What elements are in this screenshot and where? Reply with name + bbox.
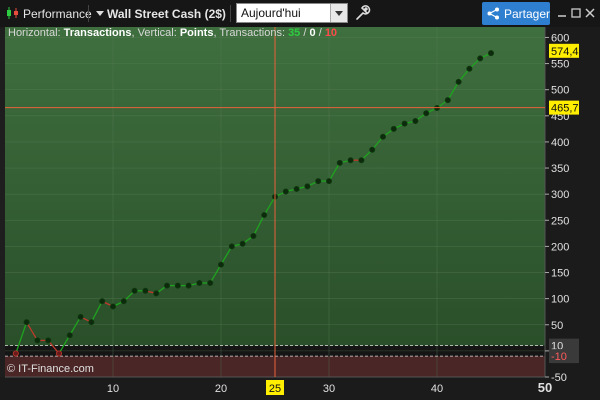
share-button[interactable]: Partager: [482, 2, 550, 25]
x-tick-label: 20: [215, 383, 227, 395]
y-tick-label: 300: [551, 189, 569, 201]
slash: /: [318, 27, 322, 39]
data-point: [56, 350, 63, 357]
data-point: [163, 282, 170, 289]
data-point: [325, 178, 332, 185]
data-point: [99, 298, 106, 305]
y-tick-label: 500: [551, 85, 569, 97]
transactions-label: Transactions:: [219, 27, 285, 39]
period-select-value: Aujourd'hui: [241, 6, 301, 20]
data-point: [207, 279, 214, 286]
data-point: [142, 287, 149, 294]
data-point: [293, 185, 300, 192]
y-tick-label: 550: [551, 59, 569, 71]
data-point: [185, 282, 192, 289]
lower-threshold-badge: -10: [551, 351, 567, 363]
data-point: [304, 183, 311, 190]
share-icon: [487, 7, 499, 20]
data-point: [282, 188, 289, 195]
data-point: [347, 157, 354, 164]
data-point: [250, 232, 257, 239]
data-point: [110, 303, 117, 310]
y-tick-label: 350: [551, 163, 569, 175]
data-point: [77, 313, 84, 320]
y-tick-label: 600: [551, 32, 569, 44]
data-point: [66, 332, 73, 339]
crosshair-y-badge: 465,7: [551, 103, 579, 115]
chevron-down-icon[interactable]: [330, 4, 347, 22]
data-point: [174, 282, 181, 289]
data-point: [45, 337, 52, 344]
data-point: [487, 50, 494, 57]
wrench-icon[interactable]: [352, 3, 372, 23]
slash: /: [303, 27, 307, 39]
data-point: [423, 110, 430, 117]
data-point: [336, 159, 343, 166]
data-point: [455, 78, 462, 85]
data-point: [239, 240, 246, 247]
instrument-dropdown-icon[interactable]: [96, 11, 104, 16]
toolbar: Performance Wall Street Cash (2$) Aujour…: [0, 0, 600, 28]
data-point: [23, 319, 30, 326]
x-tick-label: 50: [538, 380, 552, 395]
data-point: [466, 65, 473, 72]
data-point: [228, 243, 235, 250]
data-point: [12, 350, 19, 357]
y-tick-label: 100: [551, 294, 569, 306]
copyright-text: © IT-Finance.com: [7, 363, 94, 375]
data-point: [401, 120, 408, 127]
toolbar-separator: [88, 5, 89, 22]
chart-info-line: Horizontal: Transactions, Vertical: Poin…: [8, 27, 338, 39]
data-point: [358, 157, 365, 164]
share-button-label: Partager: [504, 7, 551, 21]
data-point: [34, 337, 41, 344]
y-tick-label: 50: [551, 320, 563, 332]
crosshair-x-badge: 25: [269, 383, 281, 395]
performance-chart[interactable]: 600550500450400350300250200150100500-501…: [0, 27, 600, 400]
data-point: [196, 279, 203, 286]
data-point: [390, 125, 397, 132]
vertical-label: Vertical:: [137, 27, 177, 39]
data-point: [369, 146, 376, 153]
data-point: [477, 55, 484, 62]
x-tick-label: 10: [107, 383, 119, 395]
losers-count: 10: [324, 27, 338, 39]
last-value-badge: 574,4: [551, 46, 579, 58]
x-tick-label: 30: [323, 383, 335, 395]
toolbar-separator: [230, 5, 231, 22]
close-icon[interactable]: [582, 5, 598, 21]
horizontal-label: Horizontal:: [8, 27, 61, 39]
data-point: [217, 261, 224, 268]
performance-label[interactable]: Performance: [23, 0, 92, 27]
y-tick-label: 150: [551, 268, 569, 280]
y-tick-label: -50: [551, 372, 567, 384]
data-point: [315, 178, 322, 185]
period-select[interactable]: Aujourd'hui: [236, 3, 348, 23]
data-point: [153, 290, 160, 297]
candlestick-icon: [7, 7, 18, 19]
vertical-value: Points: [179, 27, 214, 39]
neutral-count: 0: [309, 27, 316, 39]
data-point: [444, 97, 451, 104]
data-point: [131, 287, 138, 294]
data-point: [261, 212, 268, 219]
y-tick-label: 250: [551, 215, 569, 227]
x-tick-label: 40: [431, 383, 443, 395]
data-point: [412, 118, 419, 125]
horizontal-value: Transactions: [63, 27, 132, 39]
instrument-selector[interactable]: Wall Street Cash (2$): [107, 0, 226, 27]
data-point: [379, 133, 386, 140]
data-point: [120, 298, 127, 305]
winners-count: 35: [288, 27, 301, 39]
y-tick-label: 400: [551, 137, 569, 149]
data-point: [88, 319, 95, 326]
y-tick-label: 200: [551, 241, 569, 253]
